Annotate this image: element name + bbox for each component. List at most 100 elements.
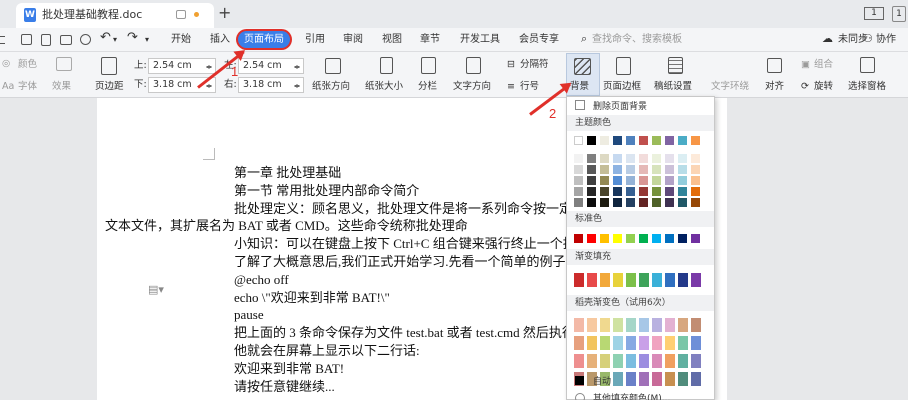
cloud-sync-icon[interactable]: ☁ bbox=[822, 32, 833, 45]
collaborate-button[interactable]: 协作 bbox=[876, 33, 896, 46]
notification-badge[interactable]: 1 bbox=[892, 6, 906, 22]
save-icon[interactable] bbox=[21, 34, 32, 45]
menu-tab-8[interactable]: 会员专享 bbox=[519, 33, 559, 46]
gradient-fill-swatch[interactable] bbox=[574, 273, 584, 287]
menu-tab-1[interactable]: 插入 bbox=[210, 33, 230, 46]
theme-shade-swatch[interactable] bbox=[665, 176, 674, 185]
theme-shade-swatch[interactable] bbox=[613, 198, 622, 207]
theme-shade-swatch[interactable] bbox=[691, 176, 700, 185]
gradient-fill-swatch[interactable] bbox=[587, 273, 597, 287]
theme-shade-swatch[interactable] bbox=[600, 176, 609, 185]
theme-shade-swatch[interactable] bbox=[600, 198, 609, 207]
theme-shade-swatch[interactable] bbox=[678, 176, 687, 185]
standard-color-swatch[interactable] bbox=[587, 234, 596, 243]
theme-shade-swatch[interactable] bbox=[613, 187, 622, 196]
standard-color-swatch[interactable] bbox=[574, 234, 583, 243]
theme-shade-swatch[interactable] bbox=[574, 187, 583, 196]
premium-gradient-swatch[interactable] bbox=[600, 354, 610, 368]
theme-shade-swatch[interactable] bbox=[665, 198, 674, 207]
export-pdf-icon[interactable] bbox=[41, 34, 51, 46]
premium-gradient-swatch[interactable] bbox=[691, 336, 701, 350]
manuscript-settings-button[interactable]: 稿纸设置 bbox=[654, 81, 692, 93]
section-break-button[interactable]: 分隔符 bbox=[520, 59, 549, 71]
theme-shade-swatch[interactable] bbox=[600, 165, 609, 174]
theme-shade-swatch[interactable] bbox=[587, 154, 596, 163]
paper-size-button[interactable]: 纸张大小 bbox=[365, 81, 403, 93]
premium-gradient-swatch[interactable] bbox=[678, 318, 688, 332]
gradient-fill-swatch[interactable] bbox=[652, 273, 662, 287]
theme-shade-swatch[interactable] bbox=[626, 198, 635, 207]
theme-shade-swatch[interactable] bbox=[665, 165, 674, 174]
theme-shade-swatch[interactable] bbox=[574, 165, 583, 174]
standard-color-swatch[interactable] bbox=[678, 234, 687, 243]
margin-right-input[interactable]: 3.18 cm bbox=[238, 77, 304, 93]
premium-gradient-swatch[interactable] bbox=[600, 318, 610, 332]
premium-gradient-swatch[interactable] bbox=[652, 336, 662, 350]
standard-color-swatch[interactable] bbox=[691, 234, 700, 243]
theme-shade-swatch[interactable] bbox=[574, 176, 583, 185]
theme-shade-swatch[interactable] bbox=[652, 198, 661, 207]
premium-gradient-swatch[interactable] bbox=[652, 318, 662, 332]
premium-gradient-swatch[interactable] bbox=[587, 318, 597, 332]
theme-shade-swatch[interactable] bbox=[626, 176, 635, 185]
align-button[interactable]: 对齐 bbox=[765, 81, 784, 93]
line-number-button[interactable]: 行号 bbox=[520, 81, 539, 93]
remove-background-item[interactable]: 删除页面背景 bbox=[567, 97, 714, 113]
rotate-button[interactable]: 旋转 bbox=[814, 81, 833, 93]
theme-shade-swatch[interactable] bbox=[639, 176, 648, 185]
premium-gradient-swatch[interactable] bbox=[678, 354, 688, 368]
theme-shade-swatch[interactable] bbox=[678, 187, 687, 196]
theme-shade-swatch[interactable] bbox=[652, 154, 661, 163]
undo-icon[interactable]: ↶ bbox=[100, 31, 111, 44]
collaborate-icon[interactable]: ⚇ bbox=[863, 32, 873, 45]
document-tab[interactable]: W 批处理基础教程.doc bbox=[16, 3, 214, 28]
paragraph-handle-icon[interactable]: ▤▾ bbox=[148, 283, 164, 296]
theme-shade-swatch[interactable] bbox=[587, 165, 596, 174]
gradient-fill-swatch[interactable] bbox=[665, 273, 675, 287]
standard-color-swatch[interactable] bbox=[639, 234, 648, 243]
tab-screen-icon[interactable] bbox=[176, 10, 186, 19]
theme-color-swatch[interactable] bbox=[600, 136, 609, 145]
premium-gradient-swatch[interactable] bbox=[665, 354, 675, 368]
orientation-button[interactable]: 纸张方向 bbox=[312, 81, 350, 93]
new-tab-button[interactable]: + bbox=[218, 4, 231, 22]
premium-gradient-swatch[interactable] bbox=[574, 336, 584, 350]
page-border-button[interactable]: 页面边框 bbox=[603, 81, 641, 93]
theme-color-swatch[interactable] bbox=[665, 136, 674, 145]
standard-color-swatch[interactable] bbox=[652, 234, 661, 243]
print-preview-icon[interactable] bbox=[80, 34, 91, 45]
quick-access-dropdown-icon[interactable]: ▾ bbox=[145, 33, 149, 46]
theme-shade-swatch[interactable] bbox=[587, 187, 596, 196]
theme-shade-swatch[interactable] bbox=[665, 154, 674, 163]
menu-tab-6[interactable]: 章节 bbox=[420, 33, 440, 46]
gradient-fill-swatch[interactable] bbox=[613, 273, 623, 287]
premium-gradient-swatch[interactable] bbox=[574, 318, 584, 332]
theme-shade-swatch[interactable] bbox=[600, 187, 609, 196]
theme-shade-swatch[interactable] bbox=[613, 176, 622, 185]
theme-shade-swatch[interactable] bbox=[678, 165, 687, 174]
premium-gradient-swatch[interactable] bbox=[574, 354, 584, 368]
theme-color-swatch[interactable] bbox=[613, 136, 622, 145]
theme-shade-swatch[interactable] bbox=[574, 154, 583, 163]
gradient-fill-swatch[interactable] bbox=[600, 273, 610, 287]
theme-color-swatch[interactable] bbox=[652, 136, 661, 145]
margin-top-input[interactable]: 2.54 cm bbox=[148, 58, 216, 74]
theme-shade-swatch[interactable] bbox=[613, 165, 622, 174]
premium-gradient-swatch[interactable] bbox=[691, 354, 701, 368]
menu-tab-0[interactable]: 开始 bbox=[171, 33, 191, 46]
premium-gradient-swatch[interactable] bbox=[639, 336, 649, 350]
gradient-fill-swatch[interactable] bbox=[639, 273, 649, 287]
theme-effect-button[interactable]: 效果 bbox=[52, 81, 71, 93]
text-direction-button[interactable]: 文字方向 bbox=[453, 81, 491, 93]
command-search-input[interactable]: 查找命令、搜索模板 bbox=[592, 33, 682, 46]
standard-color-swatch[interactable] bbox=[626, 234, 635, 243]
premium-gradient-swatch[interactable] bbox=[639, 354, 649, 368]
premium-gradient-swatch[interactable] bbox=[613, 354, 623, 368]
standard-color-swatch[interactable] bbox=[600, 234, 609, 243]
theme-shade-swatch[interactable] bbox=[626, 154, 635, 163]
premium-gradient-swatch[interactable] bbox=[587, 336, 597, 350]
menu-tab-2[interactable]: 页面布局 bbox=[238, 31, 290, 48]
more-colors-item[interactable]: 其他填充颜色(M)... bbox=[567, 390, 714, 400]
theme-shade-swatch[interactable] bbox=[652, 176, 661, 185]
theme-shade-swatch[interactable] bbox=[665, 187, 674, 196]
